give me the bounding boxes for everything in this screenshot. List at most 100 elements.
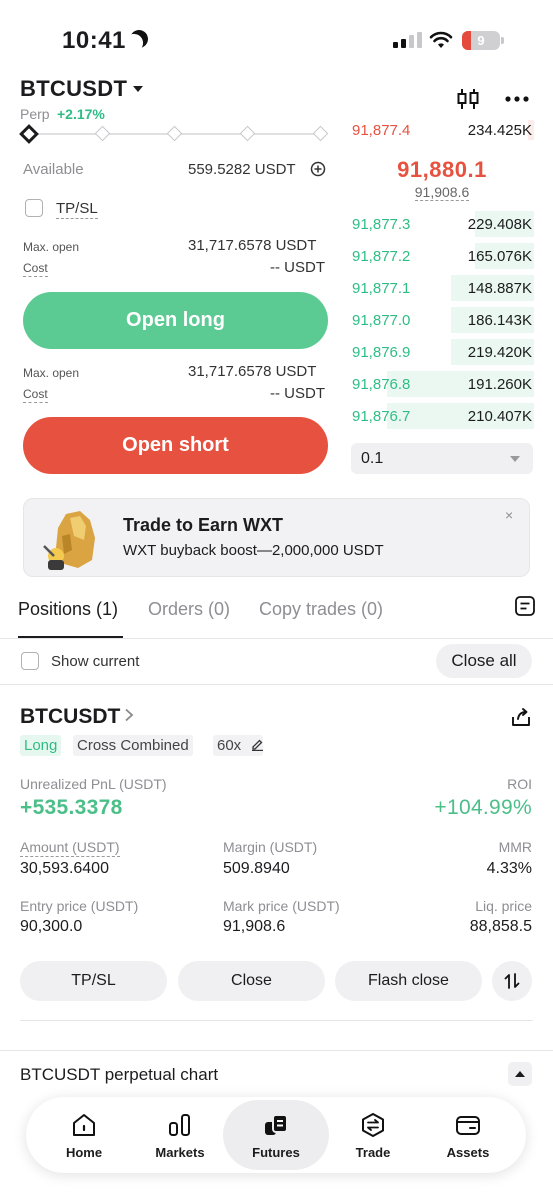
nav-label: Markets xyxy=(155,1145,205,1160)
promo-subtitle: WXT buyback boost—2,000,000 USDT xyxy=(123,542,384,559)
bid-row[interactable]: 91,877.0 186.143K xyxy=(350,307,534,333)
divider xyxy=(20,1020,533,1021)
open-short-button[interactable]: Open short xyxy=(23,417,328,474)
ask-qty: 234.425K xyxy=(467,122,532,139)
bid-row[interactable]: 91,876.7 210.407K xyxy=(350,403,534,429)
status-time: 10:41 xyxy=(62,27,126,54)
open-long-button[interactable]: Open long xyxy=(23,292,328,349)
tab-copy-trades[interactable]: Copy trades (0) xyxy=(259,599,383,620)
tpsl-button[interactable]: TP/SL xyxy=(20,961,167,1001)
contract-type: Perp xyxy=(20,106,50,122)
bid-price: 91,877.2 xyxy=(352,248,411,265)
chart-section-title[interactable]: BTCUSDT perpetual chart xyxy=(20,1065,218,1085)
markets-icon xyxy=(169,1114,190,1136)
bid-qty: 229.408K xyxy=(467,216,532,233)
bid-price: 91,877.3 xyxy=(352,216,411,233)
slider-step[interactable] xyxy=(166,125,183,142)
mark-price-label: Mark price (USDT) xyxy=(223,898,340,914)
nav-label: Futures xyxy=(252,1145,300,1160)
divider xyxy=(0,638,553,639)
reverse-position-button[interactable] xyxy=(492,961,532,1001)
nav-futures[interactable]: Futures xyxy=(223,1100,329,1170)
position-side-badge: Long xyxy=(20,735,62,756)
moon-icon xyxy=(127,27,150,50)
last-price: 91,880.1 xyxy=(397,157,487,182)
cost-label: Cost xyxy=(23,261,48,277)
precision-select[interactable]: 0.1 xyxy=(351,443,533,474)
nav-trade[interactable]: Trade xyxy=(328,1100,418,1170)
wallet-icon xyxy=(456,1116,480,1135)
slider-step[interactable] xyxy=(312,125,329,142)
bid-row[interactable]: 91,877.3 229.408K xyxy=(350,211,534,237)
nav-home[interactable]: Home xyxy=(39,1100,129,1170)
bid-row[interactable]: 91,876.9 219.420K xyxy=(350,339,534,365)
available-value: 559.5282 USDT xyxy=(188,161,296,178)
bid-qty: 219.420K xyxy=(467,344,532,361)
max-open-long-value: 31,717.6578 USDT xyxy=(188,237,317,254)
max-open-label: Max. open xyxy=(23,240,80,254)
bid-qty: 148.887K xyxy=(467,280,532,297)
close-icon[interactable]: × xyxy=(505,507,513,523)
bid-price: 91,876.7 xyxy=(352,408,411,425)
chevron-down-icon[interactable] xyxy=(133,86,143,92)
nav-markets[interactable]: Markets xyxy=(135,1100,225,1170)
available-label: Available xyxy=(23,161,84,178)
more-options-icon[interactable] xyxy=(504,86,530,112)
nav-label: Assets xyxy=(446,1145,490,1160)
promo-title: Trade to Earn WXT xyxy=(123,515,284,535)
margin-mode-badge: Cross Combined xyxy=(73,735,193,756)
nav-label: Home xyxy=(65,1145,103,1160)
bid-qty: 186.143K xyxy=(467,312,532,329)
mark-price-value: 91,908.6 xyxy=(223,918,286,935)
nav-label: Trade xyxy=(355,1145,391,1160)
ask-row[interactable]: 91,877.4 234.425K xyxy=(350,120,534,140)
amount-label: Amount (USDT) xyxy=(20,839,120,857)
share-icon[interactable] xyxy=(510,706,532,728)
liq-price-value: 88,858.5 xyxy=(469,918,532,935)
chevron-right-icon[interactable] xyxy=(124,708,134,722)
mmr-value: 4.33% xyxy=(486,860,532,877)
max-open-label: Max. open xyxy=(23,366,80,380)
cost-label: Cost xyxy=(23,387,48,403)
bid-price: 91,876.9 xyxy=(352,344,411,361)
swap-icon xyxy=(504,973,520,989)
edit-icon[interactable] xyxy=(251,738,264,751)
show-current-label: Show current xyxy=(51,653,140,670)
bid-row[interactable]: 91,877.1 148.887K xyxy=(350,275,534,301)
order-history-icon[interactable] xyxy=(514,595,536,617)
bid-row[interactable]: 91,877.2 165.076K xyxy=(350,243,534,269)
pnl-value: +535.3378 xyxy=(20,796,123,819)
close-all-button[interactable]: Close all xyxy=(436,644,532,678)
collapse-chart-button[interactable] xyxy=(508,1062,532,1086)
bid-price: 91,877.1 xyxy=(352,280,411,297)
nav-assets[interactable]: Assets xyxy=(423,1100,513,1170)
bid-row[interactable]: 91,876.8 191.260K xyxy=(350,371,534,397)
pair-selector[interactable]: BTCUSDT xyxy=(20,76,127,102)
gold-nugget-mascot-icon xyxy=(43,511,95,570)
slider-step[interactable] xyxy=(239,125,256,142)
pnl-label: Unrealized PnL (USDT) xyxy=(20,776,167,792)
slider-handle[interactable] xyxy=(19,124,39,144)
mmr-label: MMR xyxy=(498,839,532,855)
tpsl-label: TP/SL xyxy=(56,200,98,219)
flash-close-button[interactable]: Flash close xyxy=(335,961,482,1001)
tpsl-checkbox[interactable] xyxy=(25,199,43,217)
battery-icon: 9 xyxy=(462,31,500,50)
divider xyxy=(0,1050,553,1051)
roi-value: +104.99% xyxy=(434,796,532,819)
divider xyxy=(0,684,553,685)
slider-step[interactable] xyxy=(94,125,111,142)
close-position-button[interactable]: Close xyxy=(178,961,325,1001)
tab-positions[interactable]: Positions (1) xyxy=(18,599,118,620)
amount-value: 30,593.6400 xyxy=(20,860,109,877)
position-symbol[interactable]: BTCUSDT xyxy=(20,705,120,729)
chevron-down-icon xyxy=(510,456,520,462)
show-current-checkbox[interactable] xyxy=(21,652,39,670)
leverage-value: 60x xyxy=(217,737,242,754)
candlestick-chart-icon[interactable] xyxy=(455,86,481,112)
margin-value: 509.8940 xyxy=(223,860,290,877)
tab-orders[interactable]: Orders (0) xyxy=(148,599,230,620)
max-open-short-value: 31,717.6578 USDT xyxy=(188,363,317,380)
entry-price-value: 90,300.0 xyxy=(20,918,83,935)
add-funds-icon[interactable] xyxy=(310,161,326,177)
